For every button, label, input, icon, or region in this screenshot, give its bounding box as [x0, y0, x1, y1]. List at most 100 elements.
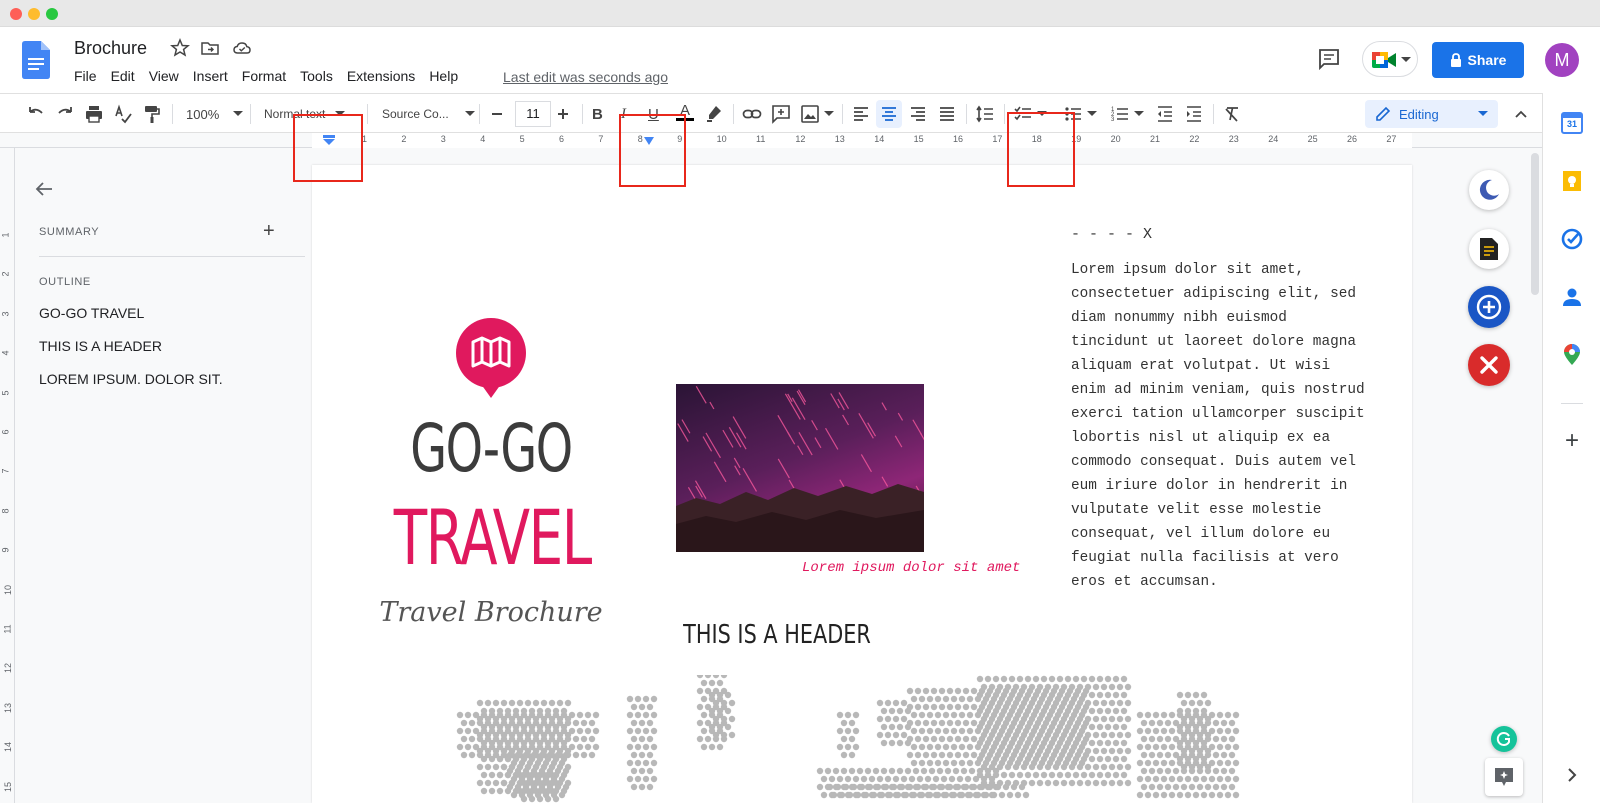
map-dot — [1032, 707, 1040, 715]
map-dot — [918, 695, 926, 703]
map-dot — [946, 719, 954, 727]
paint-format-button[interactable] — [142, 102, 162, 126]
map-dot — [900, 699, 908, 707]
editing-mode-select[interactable]: Editing — [1365, 100, 1498, 128]
docs-logo-icon[interactable] — [22, 41, 50, 79]
notes-button[interactable] — [1469, 229, 1509, 269]
decrease-indent-button[interactable] — [1155, 102, 1175, 126]
map-dot — [1076, 715, 1084, 723]
map-dot — [890, 783, 898, 791]
map-dot — [836, 743, 844, 751]
map-dot — [988, 683, 996, 691]
add-comment-button[interactable] — [771, 102, 791, 126]
grammarly-button[interactable] — [1491, 726, 1517, 752]
increase-indent-button[interactable] — [1184, 102, 1204, 126]
vertical-ruler[interactable]: 1 2 3 4 5 6 7 8 9 10 11 12 13 14 15 — [0, 148, 15, 803]
map-dot — [1000, 755, 1008, 763]
redo-button[interactable] — [55, 102, 75, 126]
undo-button[interactable] — [26, 102, 46, 126]
map-dot — [1000, 739, 1008, 747]
document-title[interactable]: Brochure — [74, 38, 147, 59]
meet-button[interactable] — [1362, 41, 1418, 77]
last-edit-link[interactable]: Last edit was seconds ago — [503, 69, 668, 85]
highlight-button[interactable] — [704, 102, 724, 126]
keep-icon[interactable] — [1560, 169, 1584, 193]
cloud-status-icon[interactable] — [232, 38, 252, 58]
close-window-button[interactable] — [10, 8, 22, 20]
map-dot — [962, 703, 970, 711]
increase-font-size-button[interactable] — [555, 102, 571, 126]
menu-tools[interactable]: Tools — [300, 68, 341, 84]
back-arrow-icon[interactable] — [33, 178, 55, 200]
map-dot — [468, 751, 476, 759]
map-dot — [510, 775, 518, 783]
share-button[interactable]: Share — [1432, 42, 1524, 78]
map-dot — [1056, 771, 1064, 779]
explore-button[interactable] — [1485, 758, 1523, 796]
map-dot — [1028, 731, 1036, 739]
print-button[interactable] — [84, 102, 104, 126]
map-dot — [834, 783, 842, 791]
map-dot — [982, 791, 990, 799]
menu-view[interactable]: View — [149, 68, 187, 84]
map-dot — [1100, 715, 1108, 723]
maximize-window-button[interactable] — [46, 8, 58, 20]
map-dot — [642, 711, 650, 719]
expand-icon[interactable] — [1560, 763, 1584, 787]
tasks-icon[interactable] — [1560, 227, 1584, 251]
star-trail-photo[interactable] — [676, 384, 924, 552]
menu-file[interactable]: File — [74, 68, 105, 84]
align-right-button[interactable] — [908, 102, 928, 126]
map-dot — [1152, 743, 1160, 751]
star-trail — [742, 468, 758, 492]
dark-mode-button[interactable] — [1469, 170, 1509, 210]
maps-shape — [1564, 344, 1580, 365]
map-dot — [888, 723, 896, 731]
avatar[interactable]: M — [1545, 43, 1579, 77]
map-dot — [536, 739, 544, 747]
move-folder-icon[interactable] — [200, 38, 220, 58]
calendar-icon[interactable]: 31 — [1560, 111, 1584, 135]
justify-button[interactable] — [937, 102, 957, 126]
menu-edit[interactable]: Edit — [111, 68, 143, 84]
spellcheck-button[interactable] — [113, 102, 133, 126]
document-page[interactable]: GO-GO TRAVEL Travel Brochure Lorem ipsum… — [312, 165, 1412, 803]
align-left-button[interactable] — [851, 102, 871, 126]
scrollbar-thumb[interactable] — [1531, 153, 1539, 295]
map-dot — [1120, 771, 1128, 779]
outline-item-go-go-travel[interactable]: GO-GO TRAVEL — [39, 305, 144, 321]
body-line: eum iriure dolor in hendrerit in — [1071, 478, 1348, 494]
bold-button[interactable]: B — [592, 102, 603, 126]
menu-format[interactable]: Format — [242, 68, 294, 84]
map-dot — [1056, 691, 1064, 699]
clear-formatting-button[interactable] — [1222, 102, 1242, 126]
maps-icon[interactable] — [1560, 343, 1584, 367]
add-summary-button[interactable]: + — [263, 220, 275, 243]
align-center-button[interactable] — [876, 100, 902, 128]
close-button[interactable] — [1468, 344, 1510, 386]
hide-menus-button[interactable] — [1513, 102, 1529, 126]
decrease-font-size-button[interactable] — [489, 102, 505, 126]
line-spacing-button[interactable] — [975, 102, 995, 126]
zoom-select[interactable]: 100% — [186, 102, 244, 126]
star-icon[interactable] — [170, 38, 190, 58]
outline-item-lorem[interactable]: LOREM IPSUM. DOLOR SIT. — [39, 371, 223, 387]
font-size-input[interactable]: 11 — [515, 101, 551, 127]
menu-insert[interactable]: Insert — [193, 68, 236, 84]
comment-history-icon[interactable] — [1317, 47, 1341, 71]
minimize-window-button[interactable] — [28, 8, 40, 20]
map-dot — [1148, 767, 1156, 775]
outline-item-header[interactable]: THIS IS A HEADER — [39, 338, 162, 354]
numbered-list-button[interactable]: 123 — [1110, 102, 1144, 126]
add-icon[interactable]: + — [1560, 429, 1584, 453]
insert-link-button[interactable] — [742, 102, 762, 126]
horizontal-ruler[interactable]: 1 2 3 4 5 6 7 8 9 10 11 12 13 14 15 16 17 18 19 20 21 22 23 24 2… — [0, 133, 1542, 148]
contacts-icon[interactable] — [1560, 285, 1584, 309]
insert-image-button[interactable] — [800, 102, 834, 126]
menu-extensions[interactable]: Extensions — [347, 68, 423, 84]
map-dot — [1204, 699, 1212, 707]
menu-help[interactable]: Help — [429, 68, 466, 84]
add-button[interactable] — [1468, 286, 1510, 328]
map-dot — [1084, 683, 1092, 691]
font-select[interactable]: Source Co... — [382, 102, 475, 126]
